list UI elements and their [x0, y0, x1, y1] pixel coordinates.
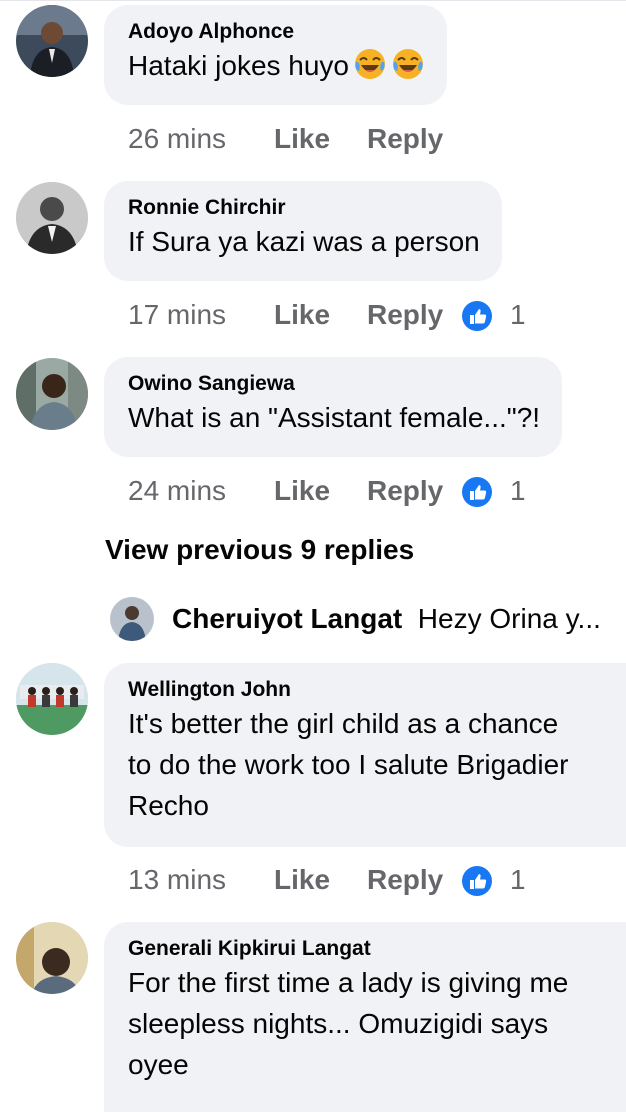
- avatar[interactable]: [16, 922, 88, 994]
- collapsed-reply-line: Cheruiyot Langat Hezy Orina y...: [172, 603, 601, 635]
- like-button[interactable]: Like: [274, 297, 330, 333]
- reply-button[interactable]: Reply: [367, 473, 443, 509]
- comment-bubble[interactable]: Adoyo Alphonce Hataki jokes huyo: [104, 5, 448, 105]
- comment-text-line: Recho: [128, 790, 209, 821]
- comment-text-line: For the first time a lady is giving me: [128, 967, 569, 998]
- laughing-tears-emoji: [355, 49, 386, 79]
- comment-text-line: sleepless nights... Omuzigidi says: [128, 1008, 549, 1039]
- comment-text: Hataki jokes huyo: [128, 45, 425, 86]
- timestamp[interactable]: 26 mins: [128, 121, 226, 157]
- avatar[interactable]: [16, 358, 88, 430]
- avatar[interactable]: [16, 182, 88, 254]
- comment-text: If Sura ya kazi was a person: [128, 226, 480, 257]
- comment-text-line: It's better the girl child as a chance: [128, 708, 559, 739]
- commenter-name[interactable]: Cheruiyot Langat: [172, 603, 402, 634]
- comment-text: What is an "Assistant female..."?!: [128, 402, 541, 433]
- like-reaction-icon[interactable]: [462, 866, 492, 896]
- like-reaction-icon[interactable]: [462, 477, 492, 507]
- reaction-count[interactable]: 1: [510, 473, 526, 509]
- reply-button[interactable]: Reply: [367, 297, 443, 333]
- comment-bubble[interactable]: Ronnie Chirchir If Sura ya kazi was a pe…: [104, 181, 502, 281]
- top-divider: [0, 0, 626, 1]
- comment-text-line: to do the work too I salute Brigadier: [128, 749, 569, 780]
- comment-bubble[interactable]: Generali Kipkirui Langat For the first t…: [104, 922, 626, 1112]
- reaction-count[interactable]: 1: [510, 297, 526, 333]
- timestamp[interactable]: 24 mins: [128, 473, 226, 509]
- like-reaction-icon[interactable]: [462, 301, 492, 331]
- commenter-name[interactable]: Adoyo Alphonce: [128, 19, 425, 45]
- commenter-name[interactable]: Generali Kipkirui Langat: [128, 936, 604, 962]
- avatar[interactable]: [110, 597, 154, 641]
- reply-button[interactable]: Reply: [367, 862, 443, 898]
- avatar[interactable]: [16, 5, 88, 77]
- commenter-name[interactable]: Owino Sangiewa: [128, 371, 540, 397]
- like-button[interactable]: Like: [274, 473, 330, 509]
- timestamp[interactable]: 17 mins: [128, 297, 226, 333]
- collapsed-reply[interactable]: Cheruiyot Langat Hezy Orina y...: [110, 597, 626, 643]
- timestamp[interactable]: 13 mins: [128, 862, 226, 898]
- view-previous-replies-link[interactable]: View previous 9 replies: [105, 534, 414, 566]
- reply-button[interactable]: Reply: [367, 121, 443, 157]
- reply-preview: Hezy Orina y...: [417, 603, 601, 634]
- reaction-count[interactable]: 1: [510, 862, 526, 898]
- avatar[interactable]: [16, 663, 88, 735]
- commenter-name[interactable]: Wellington John: [128, 677, 604, 703]
- comment-bubble[interactable]: Wellington John It's better the girl chi…: [104, 663, 626, 847]
- commenter-name[interactable]: Ronnie Chirchir: [128, 195, 480, 221]
- comment-text-line: oyee: [128, 1049, 189, 1080]
- like-button[interactable]: Like: [274, 862, 330, 898]
- comment-bubble[interactable]: Owino Sangiewa What is an "Assistant fem…: [104, 357, 563, 457]
- like-button[interactable]: Like: [274, 121, 330, 157]
- laughing-tears-emoji: [393, 49, 424, 79]
